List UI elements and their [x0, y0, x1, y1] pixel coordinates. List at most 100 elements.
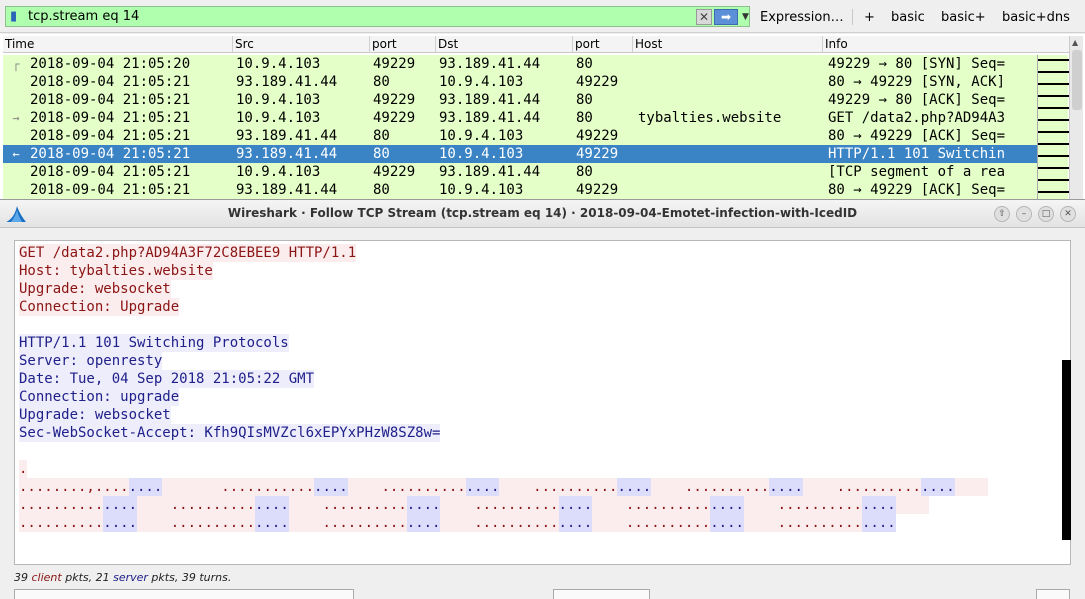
stream-content[interactable]: GET /data2.php?AD94A3F72C8EBEE9 HTTP/1.1… — [14, 240, 1071, 565]
server-binary-segment: .... — [255, 496, 289, 514]
client-binary-segment: .......... — [288, 496, 407, 514]
filter-button-basic-plus[interactable]: basic+ — [941, 9, 986, 27]
cell-src-port: 49229 — [373, 164, 416, 180]
cell-time: 2018-09-04 21:05:20 — [30, 56, 191, 72]
filter-toolbar: ▮ tcp.stream eq 14 ✕ ➡ ▼ Expression… + b… — [0, 0, 1085, 33]
bookmark-icon[interactable]: ▮ — [10, 9, 22, 24]
server-text: Upgrade: websocket — [19, 406, 171, 424]
packet-row[interactable]: 2018-09-04 21:05:21 10.9.4.103 49229 93.189… — [3, 163, 1037, 181]
cell-time: 2018-09-04 21:05:21 — [30, 110, 191, 126]
stream-line-client: Host: tybalties.website — [19, 262, 213, 280]
maximize-icon[interactable]: □ — [1038, 206, 1054, 222]
stream-number-spinbox[interactable] — [1036, 589, 1070, 599]
client-binary-segment: ........... — [162, 478, 315, 496]
cell-dst-port: 49229 — [576, 128, 619, 144]
apply-filter-icon[interactable]: ➡ — [714, 9, 738, 25]
column-header-dst-port[interactable]: port — [572, 36, 632, 53]
summary-mid: pkts, — [61, 571, 96, 584]
client-text: Upgrade: websocket — [19, 280, 171, 298]
cell-info: [TCP segment of a rea — [828, 164, 1006, 180]
display-filter-input[interactable]: ▮ tcp.stream eq 14 ✕ ➡ ▼ — [5, 6, 750, 27]
column-header-src[interactable]: Src — [232, 36, 369, 53]
client-binary-segment: .......... — [651, 478, 770, 496]
server-binary-segment: .... — [103, 514, 138, 532]
column-header-time[interactable]: Time — [3, 36, 232, 53]
cell-info: 80 → 49229 [ACK] Seq= — [828, 128, 1006, 144]
clear-filter-icon[interactable]: ✕ — [696, 9, 712, 25]
packet-list-scrollbar[interactable]: ▲ — [1069, 36, 1083, 199]
filter-button-basic[interactable]: basic — [891, 9, 925, 27]
dialog-titlebar[interactable]: Wireshark · Follow TCP Stream (tcp.strea… — [0, 200, 1085, 228]
minimize-icon[interactable]: – — [1016, 206, 1032, 222]
column-header-dst[interactable]: Dst — [435, 36, 572, 53]
cell-info: 80 → 49229 [ACK] Seq= — [828, 182, 1006, 198]
expression-button[interactable]: Expression… — [760, 9, 844, 27]
server-binary-segment: .... — [769, 478, 803, 496]
cell-dst: 10.9.4.103 — [439, 128, 524, 144]
stream-binary-line: .............. .............. ..........… — [19, 514, 896, 532]
up-icon[interactable]: ⇧ — [994, 206, 1010, 222]
scroll-up-icon[interactable]: ▲ — [1072, 38, 1078, 47]
stream-line-server: Server: openresty — [19, 352, 163, 370]
client-binary-segment: .......... — [743, 514, 862, 532]
packet-row[interactable]: ← 2018-09-04 21:05:21 93.189.41.44 80 10.9.4… — [3, 145, 1037, 163]
server-binary-segment: .... — [710, 496, 744, 514]
cell-dst-port: 80 — [576, 164, 593, 180]
column-header-host[interactable]: Host — [632, 36, 822, 53]
close-icon[interactable]: ✕ — [1060, 206, 1076, 222]
stream-scrollbar-thumb[interactable] — [1062, 360, 1071, 540]
add-filter-button[interactable]: + — [864, 9, 875, 27]
cell-dst: 93.189.41.44 — [439, 92, 541, 108]
related-packet-indicator: → — [12, 111, 20, 125]
packet-row[interactable]: 2018-09-04 21:05:21 93.189.41.44 80 10.9.4.… — [3, 127, 1037, 145]
summary-end: pkts, 39 turns. — [147, 571, 232, 584]
client-binary-segment: .......... — [802, 478, 921, 496]
display-filter-text[interactable]: tcp.stream eq 14 — [28, 8, 139, 26]
cell-time: 2018-09-04 21:05:21 — [30, 164, 191, 180]
scrollbar-thumb[interactable] — [1072, 50, 1082, 110]
client-text: . — [19, 460, 28, 478]
cell-dst-port: 80 — [576, 110, 593, 126]
server-text: Sec-WebSocket-Accept: Kfh9QIsMVZcl6xEPYx… — [19, 424, 441, 442]
cell-dst: 10.9.4.103 — [439, 74, 524, 90]
packet-row[interactable]: ┌ 2018-09-04 21:05:20 10.9.4.103 49229 93.18… — [3, 55, 1037, 73]
packet-row[interactable]: 2018-09-04 21:05:21 93.189.41.44 80 10.9.4.… — [3, 181, 1037, 199]
cell-dst: 93.189.41.44 — [439, 56, 541, 72]
filter-button-basic-dns[interactable]: basic+dns — [1002, 9, 1070, 27]
client-binary-segment: .......... — [592, 514, 711, 532]
server-text: Server: openresty — [19, 352, 163, 370]
packet-row[interactable]: 2018-09-04 21:05:21 10.9.4.103 49229 93.189… — [3, 91, 1037, 109]
show-data-as-dropdown[interactable] — [553, 589, 650, 599]
cell-time: 2018-09-04 21:05:21 — [30, 146, 191, 162]
packet-minimap[interactable] — [1037, 55, 1069, 199]
cell-src: 10.9.4.103 — [236, 92, 321, 108]
packet-row[interactable]: → 2018-09-04 21:05:21 10.9.4.103 49229 93.18… — [3, 109, 1037, 127]
server-text: Date: Tue, 04 Sep 2018 21:05:22 GMT — [19, 370, 315, 388]
cell-src: 10.9.4.103 — [236, 56, 321, 72]
filter-out-field[interactable] — [14, 589, 354, 599]
toolbar-separator — [852, 9, 853, 25]
packet-row[interactable]: 2018-09-04 21:05:21 93.189.41.44 80 10.9.4.… — [3, 73, 1037, 91]
cell-info: HTTP/1.1 101 Switchin — [828, 146, 1006, 162]
server-binary-segment: .... — [710, 514, 744, 532]
server-binary-segment: .... — [920, 478, 955, 496]
related-packet-indicator — [5, 163, 27, 181]
client-binary-segment — [895, 496, 930, 514]
client-binary-segment: ........,.... — [19, 478, 129, 496]
cell-dst-port: 49229 — [576, 146, 619, 162]
server-binary-segment: .... — [558, 496, 593, 514]
column-header-src-port[interactable]: port — [369, 36, 435, 53]
cell-src-port: 80 — [373, 74, 390, 90]
cell-src: 10.9.4.103 — [236, 110, 321, 126]
stream-line-client: GET /data2.php?AD94A3F72C8EBEE9 HTTP/1.1 — [19, 244, 357, 262]
column-header-info[interactable]: Info — [822, 36, 1069, 53]
related-packet-indicator — [5, 73, 27, 91]
cell-dst: 10.9.4.103 — [439, 146, 524, 162]
server-binary-segment: .... — [406, 514, 441, 532]
stream-line-server: Connection: upgrade — [19, 388, 180, 406]
server-binary-segment: .... — [255, 514, 289, 532]
stream-scrollbar[interactable] — [1062, 240, 1071, 565]
cell-time: 2018-09-04 21:05:21 — [30, 128, 191, 144]
server-binary-segment: .... — [103, 496, 138, 514]
filter-history-dropdown-icon[interactable]: ▼ — [742, 10, 750, 24]
